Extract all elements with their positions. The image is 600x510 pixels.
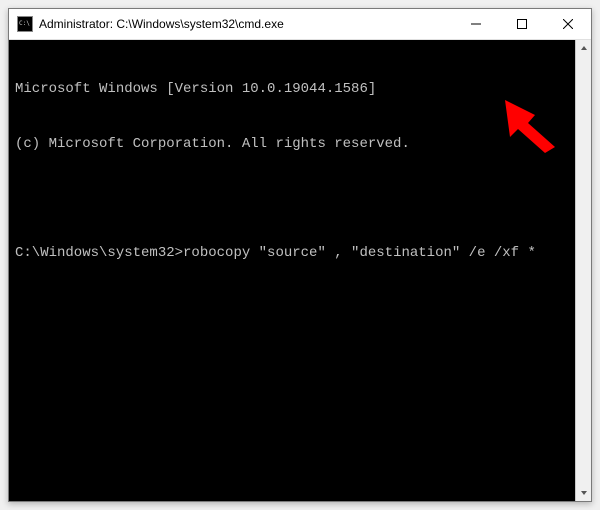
console-area[interactable]: Microsoft Windows [Version 10.0.19044.15… xyxy=(9,40,591,501)
scroll-up-button[interactable] xyxy=(576,40,591,56)
prompt-path: C:\Windows\system32> xyxy=(15,245,183,261)
svg-text:C:\: C:\ xyxy=(19,20,30,27)
copyright-line: (c) Microsoft Corporation. All rights re… xyxy=(15,135,585,153)
vertical-scrollbar[interactable] xyxy=(575,40,591,501)
close-button[interactable] xyxy=(545,9,591,39)
prompt-line: C:\Windows\system32>robocopy "source" , … xyxy=(15,244,585,262)
window-title: Administrator: C:\Windows\system32\cmd.e… xyxy=(39,17,453,31)
maximize-button[interactable] xyxy=(499,9,545,39)
scroll-down-button[interactable] xyxy=(576,485,591,501)
cmd-window: C:\ Administrator: C:\Windows\system32\c… xyxy=(8,8,592,502)
cmd-icon: C:\ xyxy=(17,16,33,32)
command-input[interactable]: robocopy "source" , "destination" /e /xf… xyxy=(183,245,536,261)
minimize-button[interactable] xyxy=(453,9,499,39)
window-controls xyxy=(453,9,591,39)
scroll-track[interactable] xyxy=(576,56,591,485)
blank-line xyxy=(15,190,585,208)
titlebar[interactable]: C:\ Administrator: C:\Windows\system32\c… xyxy=(9,9,591,40)
version-line: Microsoft Windows [Version 10.0.19044.15… xyxy=(15,80,585,98)
